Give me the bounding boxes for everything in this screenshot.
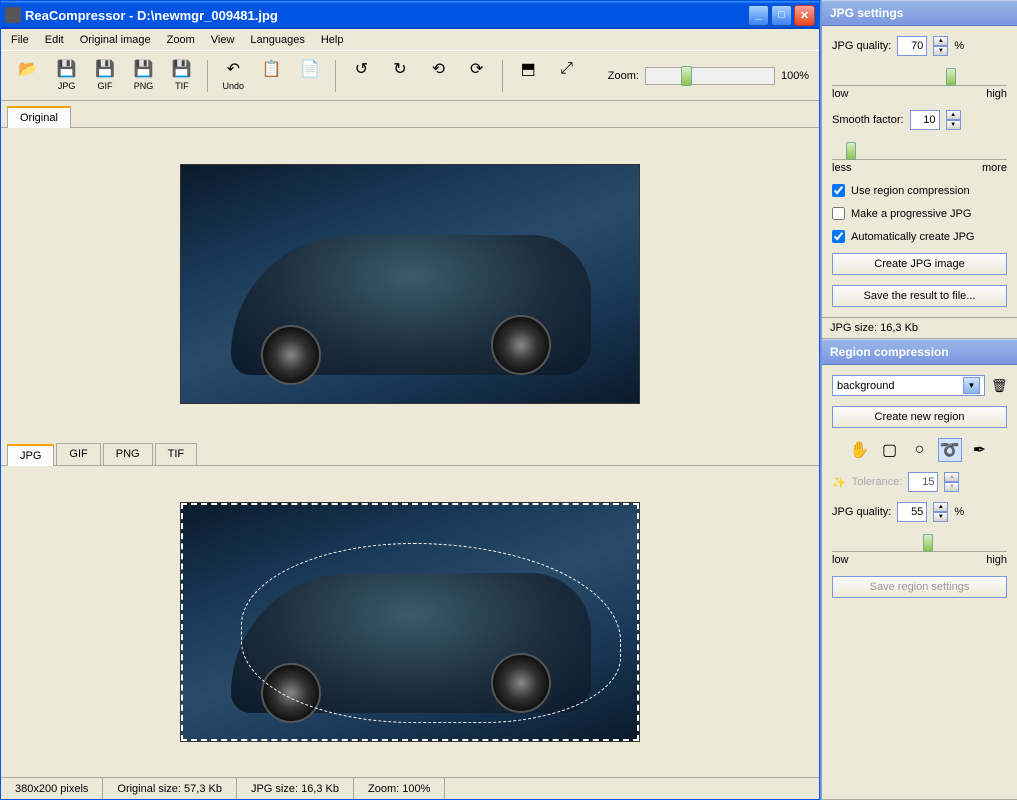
auto-create-checkbox[interactable]: Automatically create JPG [832,230,1007,243]
use-region-checkbox[interactable]: Use region compression [832,184,1007,197]
flip-v-icon: ⟳ [467,59,487,79]
resize-icon: ⤢ [557,59,577,79]
jpg-quality-up[interactable]: ▲ [933,36,948,46]
save-jpg-button[interactable]: 💾JPG [49,57,83,95]
save-png-button[interactable]: 💾PNG [126,57,160,95]
rotate-right-icon: ↻ [390,59,410,79]
menu-view[interactable]: View [205,32,241,48]
preview-image [180,502,640,742]
region-select[interactable]: background ▼ [832,375,985,396]
menu-file[interactable]: File [5,32,35,48]
original-image [180,164,640,404]
minimize-button[interactable]: _ [748,5,769,26]
tab-jpg[interactable]: JPG [7,444,54,466]
jpg-quality-input[interactable] [897,36,927,56]
region-quality-label: JPG quality: [832,506,891,518]
magic-wand-icon: ✨ [832,476,846,489]
close-button[interactable]: ✕ [794,5,815,26]
flip-h-icon: ⟲ [428,59,448,79]
smooth-factor-label: Smooth factor: [832,114,904,126]
open-button[interactable]: 📂 [11,57,45,95]
jpg-settings-title: JPG settings [822,0,1017,26]
jpg-size-status: JPG size: 16,3 Kb [822,318,1017,339]
tab-tif[interactable]: TIF [155,443,198,465]
chevron-down-icon[interactable]: ▼ [963,377,980,394]
region-quality-up[interactable]: ▲ [933,502,948,512]
maximize-button[interactable]: □ [771,5,792,26]
ellipse-select-icon[interactable]: ○ [908,438,932,462]
copy-button[interactable]: 📋 [254,57,288,95]
floppy-icon: 💾 [172,59,192,79]
rect-select-icon[interactable]: ▢ [878,438,902,462]
tab-gif[interactable]: GIF [56,443,100,465]
app-icon [5,7,21,23]
menu-languages[interactable]: Languages [244,32,310,48]
progressive-checkbox[interactable]: Make a progressive JPG [832,207,1007,220]
flip-h-button[interactable]: ⟲ [421,57,455,95]
save-tif-button[interactable]: 💾TIF [165,57,199,95]
crop-button[interactable]: ⬒ [511,57,545,95]
smooth-up[interactable]: ▲ [946,110,961,120]
zoom-label: Zoom: [608,70,639,82]
region-quality-slider[interactable] [832,538,1007,552]
undo-icon: ↶ [223,59,243,79]
undo-button[interactable]: ↶Undo [216,57,250,95]
tab-original[interactable]: Original [7,106,71,128]
smooth-down[interactable]: ▼ [946,120,961,130]
polygon-tool-icon[interactable]: ✒ [968,438,992,462]
hand-tool-icon[interactable]: ✋ [848,438,872,462]
format-tabstrip: JPG GIF PNG TIF [1,439,819,466]
create-jpg-button[interactable]: Create JPG image [832,253,1007,275]
status-original-size: Original size: 57,3 Kb [103,778,237,799]
status-jpg-size: JPG size: 16,3 Kb [237,778,354,799]
menu-help[interactable]: Help [315,32,350,48]
smooth-factor-input[interactable] [910,110,940,130]
jpg-quality-label: JPG quality: [832,40,891,52]
status-zoom: Zoom: 100% [354,778,445,799]
zoom-slider-thumb[interactable] [681,66,692,86]
flip-v-button[interactable]: ⟳ [460,57,494,95]
save-region-settings-button: Save region settings [832,576,1007,598]
open-folder-icon: 📂 [18,59,38,79]
rotate-right-button[interactable]: ↻ [383,57,417,95]
paste-button[interactable]: 📄 [293,57,327,95]
copy-icon: 📋 [262,59,282,79]
floppy-icon: 💾 [133,59,153,79]
create-region-button[interactable]: Create new region [832,406,1007,428]
floppy-icon: 💾 [95,59,115,79]
lasso-tool-icon[interactable]: ➰ [938,438,962,462]
window-title: ReaCompressor - D:\newmgr_009481.jpg [25,8,748,23]
tolerance-input [908,472,938,492]
floppy-icon: 💾 [57,59,77,79]
delete-region-button[interactable]: 🗑 [991,378,1007,394]
menu-original-image[interactable]: Original image [74,32,157,48]
save-result-button[interactable]: Save the result to file... [832,285,1007,307]
menu-zoom[interactable]: Zoom [161,32,201,48]
statusbar: 380x200 pixels Original size: 57,3 Kb JP… [1,777,819,799]
save-gif-button[interactable]: 💾GIF [88,57,122,95]
jpg-quality-slider[interactable] [832,72,1007,86]
tolerance-label: Tolerance: [852,476,903,488]
rotate-left-icon: ↺ [351,59,371,79]
toolbar: 📂 💾JPG 💾GIF 💾PNG 💾TIF ↶Undo 📋 📄 ↺ ↻ ⟲ ⟳ … [1,51,819,101]
crop-icon: ⬒ [518,59,538,79]
paste-icon: 📄 [300,59,320,79]
status-dimensions: 380x200 pixels [1,778,103,799]
rotate-left-button[interactable]: ↺ [344,57,378,95]
region-compression-title: Region compression [822,339,1017,365]
zoom-value: 100% [781,70,809,82]
zoom-slider[interactable] [645,67,775,85]
region-quality-input[interactable] [897,502,927,522]
jpg-quality-down[interactable]: ▼ [933,46,948,56]
menu-edit[interactable]: Edit [39,32,70,48]
preview-image-pane[interactable] [1,466,819,777]
smooth-slider[interactable] [832,146,1007,160]
original-tabstrip: Original [1,101,819,128]
menubar: File Edit Original image Zoom View Langu… [1,29,819,51]
tab-png[interactable]: PNG [103,443,153,465]
titlebar[interactable]: ReaCompressor - D:\newmgr_009481.jpg _ □… [1,1,819,29]
original-image-pane[interactable] [1,128,819,439]
region-quality-down[interactable]: ▼ [933,512,948,522]
resize-button[interactable]: ⤢ [549,57,583,95]
